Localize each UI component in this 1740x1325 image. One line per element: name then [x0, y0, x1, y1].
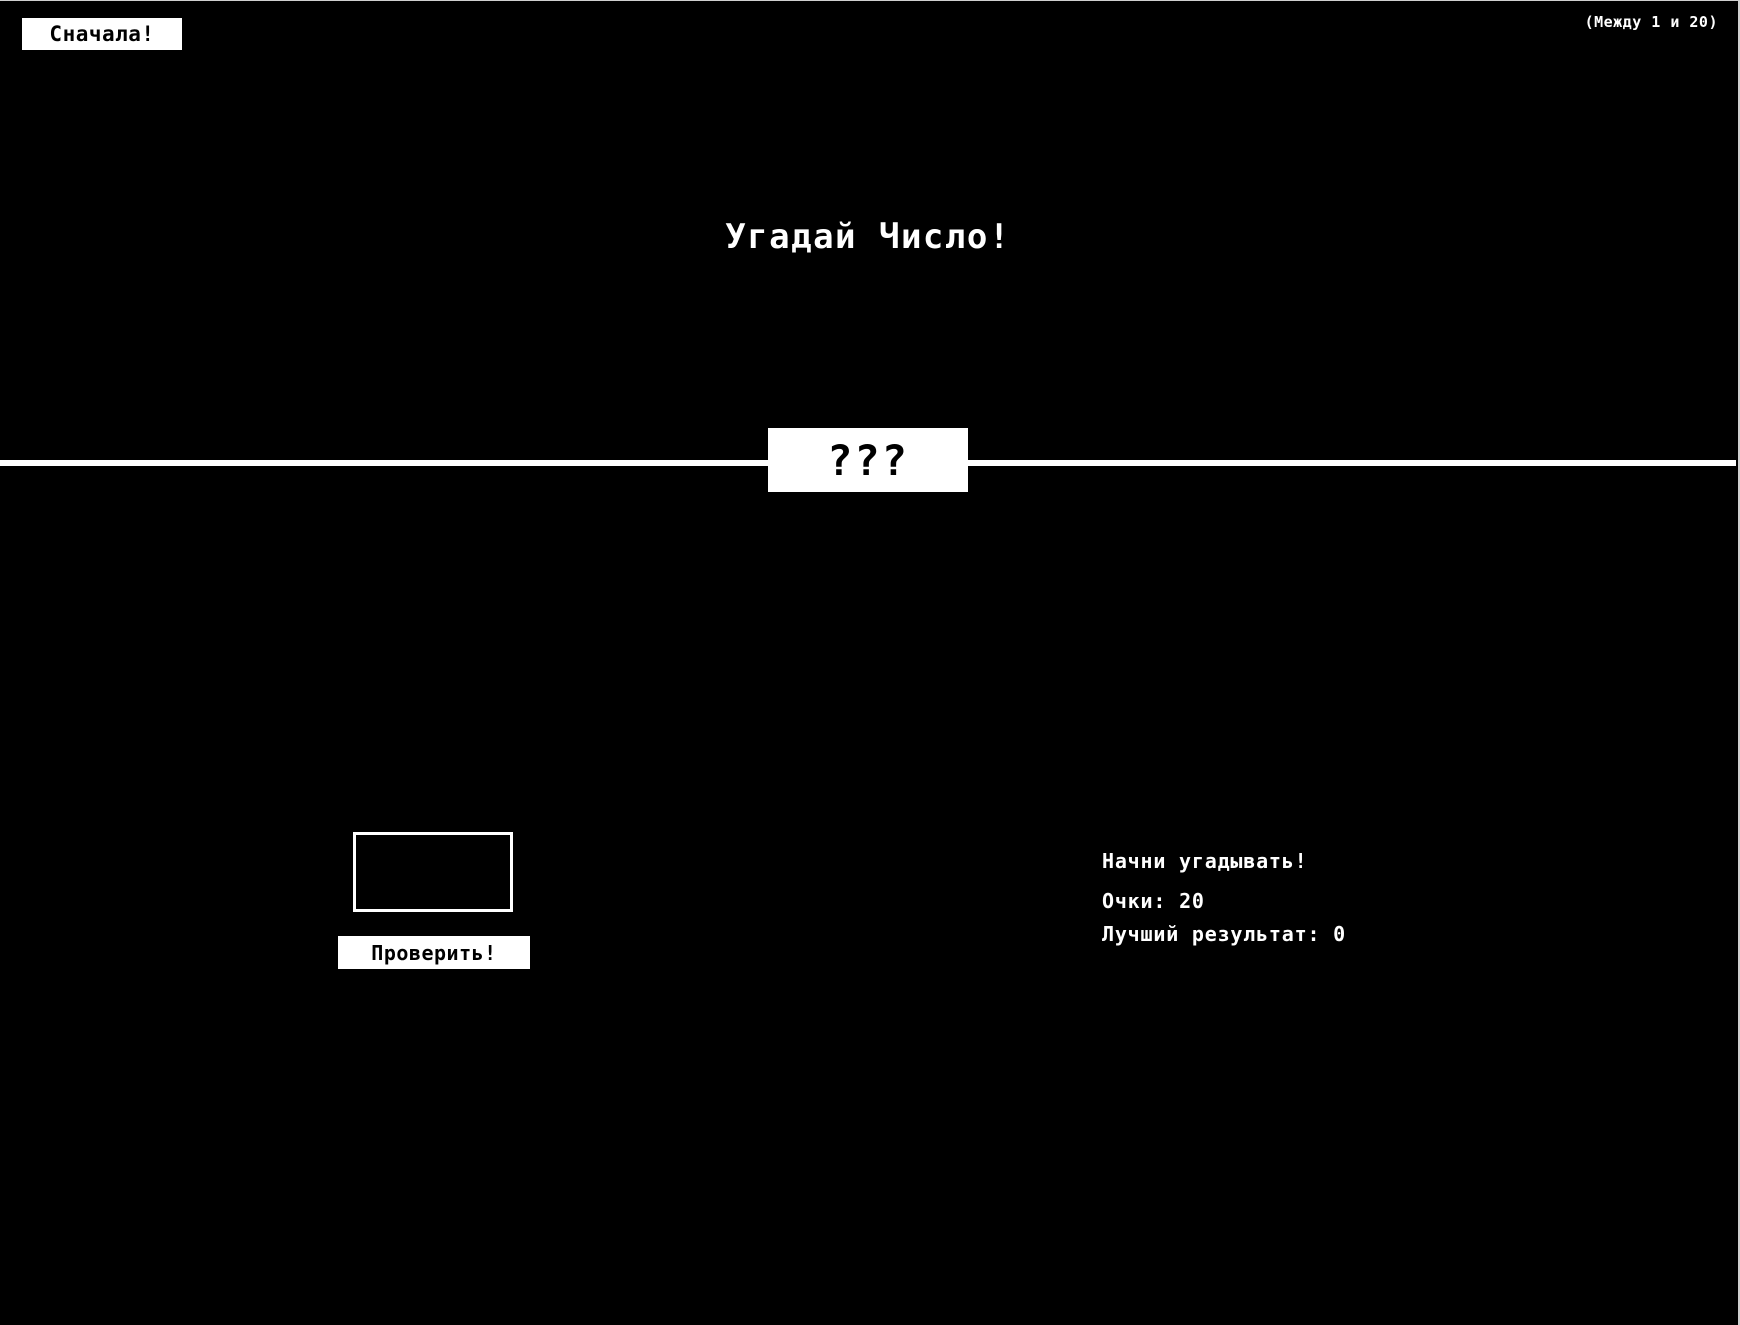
- score-line: Очки: 20: [1102, 889, 1205, 913]
- game-title: Угадай Число!: [725, 217, 1011, 257]
- guess-input[interactable]: [353, 832, 513, 912]
- highscore-value: 0: [1333, 922, 1346, 946]
- check-button[interactable]: Проверить!: [338, 936, 530, 969]
- range-hint: (Между 1 и 20): [1584, 13, 1718, 31]
- game-screen: Сначала! (Между 1 и 20) Угадай Число! ??…: [0, 0, 1740, 1325]
- secret-number-box: ???: [768, 428, 968, 492]
- highscore-line: Лучший результат: 0: [1102, 922, 1346, 946]
- again-button[interactable]: Сначала!: [22, 18, 182, 50]
- highscore-label: Лучший результат:: [1102, 922, 1321, 946]
- score-label: Очки:: [1102, 889, 1167, 913]
- status-message: Начни угадывать!: [1102, 849, 1308, 873]
- score-value: 20: [1179, 889, 1205, 913]
